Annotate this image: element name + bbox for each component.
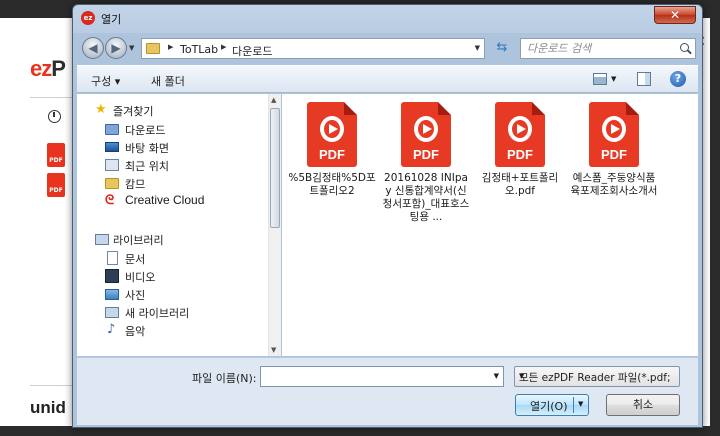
help-icon[interactable]: ? [670,71,686,87]
dialog-footer: 파일 이름(N): ▼ 모든 ezPDF Reader 파일(*.pdf; ▼ … [77,357,698,425]
brand-logo: unid [30,398,66,417]
app-icon: ez [81,11,95,25]
file-item[interactable]: PDF 20161028 INIpay 신통합계약서(신청서포함)_대표호스팅용… [382,102,470,224]
recent-locations-dropdown[interactable]: ▼ [129,44,134,52]
pdf-file-icon: PDF [495,102,545,167]
chevron-down-icon: ▼ [519,372,525,380]
address-dropdown[interactable]: ▼ [475,44,480,52]
navigation-scrollbar[interactable]: ▲ ▼ [268,94,281,356]
open-button[interactable]: 열기(O) ▼ [515,394,589,416]
nav-item-new-library[interactable]: 새 라이브러리 [105,303,223,321]
desktop-icon [105,142,119,152]
nav-item-music[interactable]: ♪ 음악 [105,321,223,339]
arrow-right-icon: ▶ [111,41,121,55]
command-toolbar: 구성 ▾ 새 폴더 ▼ ? [77,65,698,93]
chevron-right-icon[interactable]: ▶ [221,43,226,51]
breadcrumb-downloads[interactable]: 다운로드 [232,43,272,59]
cancel-button[interactable]: 취소 [606,394,680,416]
pdf-file-icon: PDF [401,102,451,167]
chevron-down-icon[interactable]: ▼ [494,372,499,380]
nav-item-recent-places[interactable]: 최근 위치 [105,156,223,174]
nav-item-creative-cloud[interactable]: ᘓ Creative Cloud [105,192,265,210]
file-name: %5B김정태%5D포트폴리오2 [288,172,376,197]
open-options-dropdown[interactable]: ▼ [578,400,583,408]
library-icon [95,234,109,245]
nav-item-downloads[interactable]: 다운로드 [105,120,223,138]
dialog-title: 열기 [101,13,122,26]
navigation-pane: ★ 즐겨찾기 다운로드 바탕 화면 최근 위치 캄므 ᘓ Creative Cl… [77,94,278,356]
preview-pane-icon[interactable] [637,72,651,86]
search-input[interactable] [527,41,673,56]
nav-item-desktop[interactable]: 바탕 화면 [105,138,223,156]
file-name: 김정태+포트폴리오.pdf [481,172,559,197]
close-button[interactable]: ✕ [654,6,696,24]
file-list: PDF %5B김정태%5D포트폴리오2 PDF 20161028 INIpay … [282,94,698,356]
picture-icon [105,289,119,300]
pdf-file-icon: PDF [307,102,357,167]
nav-item-videos[interactable]: 비디오 [105,267,223,285]
video-icon [105,269,119,283]
address-bar[interactable]: ▶ ToTLab ▶ 다운로드 ▼ [141,38,485,59]
scroll-down-icon[interactable]: ▼ [271,346,276,354]
close-icon: ✕ [669,8,681,22]
recent-pdf-icon[interactable]: PDF [47,173,65,197]
filename-field[interactable]: ▼ [260,366,504,387]
recent-clock-icon[interactable] [48,110,61,123]
folder-icon [146,43,160,54]
search-box[interactable] [520,38,696,59]
file-item[interactable]: PDF 예스폼_주둥양식품육포제조회사소개서 [570,102,658,198]
dialog-title-bar[interactable]: ez 열기 ✕ [73,5,702,31]
filename-input[interactable] [264,369,484,384]
divider [30,97,75,98]
new-folder-button[interactable]: 새 폴더 [151,73,185,89]
creative-cloud-icon: ᘓ [105,193,115,208]
open-file-dialog: ez 열기 ✕ ◀ ▶ ▼ ▶ ToTLab ▶ 다운로드 ▼ ⇆ 구성 ▾ 새… [72,4,703,428]
file-name: 예스폼_주둥양식품육포제조회사소개서 [570,172,658,197]
organize-button[interactable]: 구성 ▾ [91,73,120,89]
chevron-right-icon[interactable]: ▶ [168,43,173,51]
change-view-icon[interactable] [593,73,607,85]
file-item[interactable]: PDF 김정태+포트폴리오.pdf [476,102,564,198]
open-button-label: 열기(O) [530,400,568,413]
file-type-select[interactable]: 모든 ezPDF Reader 파일(*.pdf; ▼ [514,366,680,387]
refresh-button[interactable]: ⇆ [491,39,513,58]
navigation-bar: ◀ ▶ ▼ ▶ ToTLab ▶ 다운로드 ▼ ⇆ [77,33,698,63]
pdf-file-icon: PDF [589,102,639,167]
forward-button[interactable]: ▶ [105,37,127,59]
document-icon [107,251,118,265]
split-divider [573,397,574,413]
recent-places-icon [105,159,119,171]
nav-libraries[interactable]: 라이브러리 [95,230,213,248]
filename-label: 파일 이름(N): [192,372,257,385]
file-name: 20161028 INIpay 신통합계약서(신청서포함)_대표호스팅용 ... [382,172,470,223]
arrow-left-icon: ◀ [88,41,98,55]
search-icon[interactable] [680,43,689,52]
scrollbar-thumb[interactable] [270,108,280,228]
star-icon: ★ [95,102,107,117]
ezpdf-logo: ezP [30,56,66,81]
folder-icon [105,178,119,189]
new-library-icon [105,307,119,318]
nav-item-pictures[interactable]: 사진 [105,285,223,303]
music-icon: ♪ [107,322,116,337]
nav-item-documents[interactable]: 문서 [105,249,223,267]
nav-item-folder[interactable]: 캄므 [105,174,223,192]
file-item[interactable]: PDF %5B김정태%5D포트폴리오2 [288,102,376,198]
view-options-dropdown[interactable]: ▼ [611,75,616,83]
downloads-folder-icon [105,124,119,135]
refresh-icon: ⇆ [496,40,508,55]
nav-favorites[interactable]: ★ 즐겨찾기 [95,101,213,119]
recent-pdf-icon[interactable]: PDF [47,143,65,167]
breadcrumb-totlab[interactable]: ToTLab [180,43,218,56]
divider [30,385,75,386]
scroll-up-icon[interactable]: ▲ [271,96,276,104]
back-button[interactable]: ◀ [82,37,104,59]
background-right-edge [710,0,720,436]
